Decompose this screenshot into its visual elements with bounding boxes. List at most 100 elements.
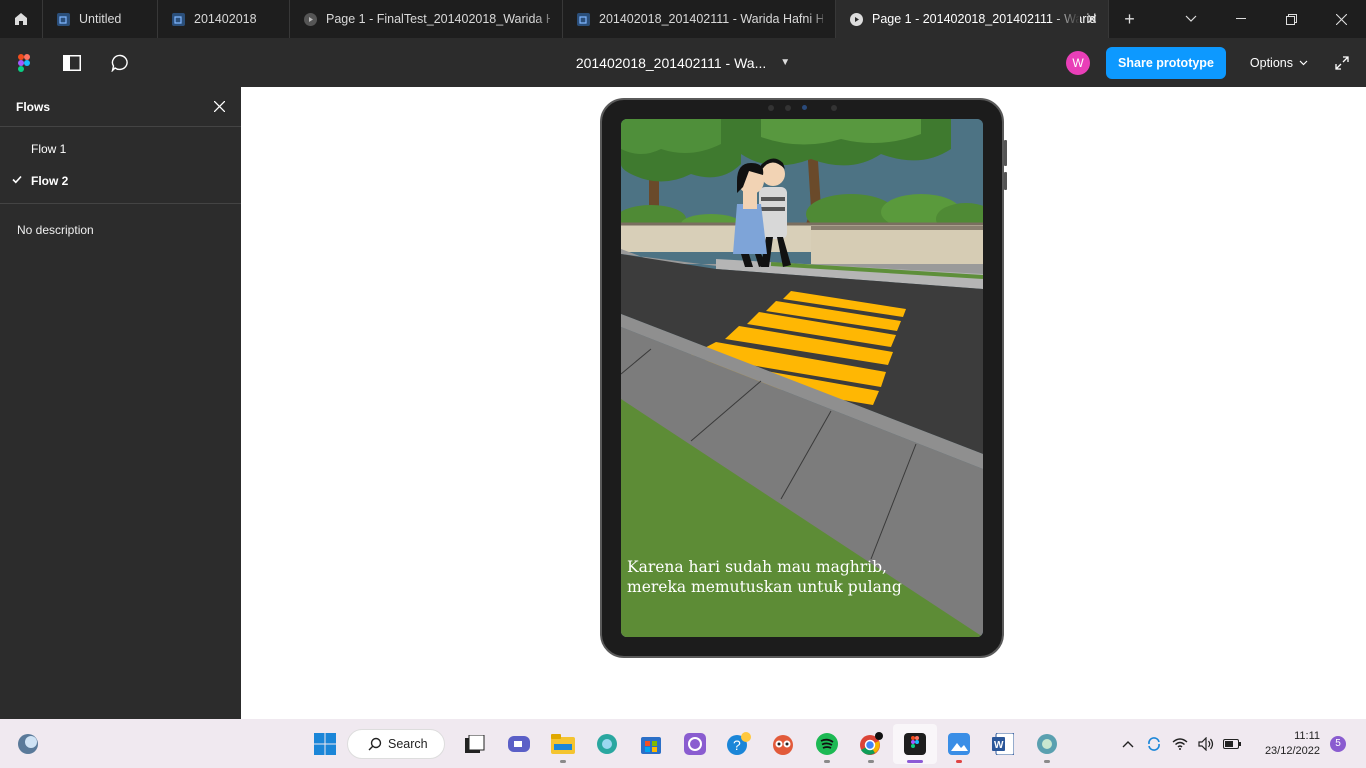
camera-dot [831, 105, 837, 111]
tab-untitled[interactable]: Untitled [42, 0, 157, 38]
file-icon [172, 12, 185, 26]
clock-time: 11:11 [1294, 729, 1320, 742]
chrome-app[interactable] [849, 724, 893, 764]
podcast-app[interactable] [673, 724, 717, 764]
new-tab-button[interactable]: + [1108, 0, 1150, 38]
show-hidden-icons-button[interactable] [1116, 740, 1140, 748]
running-indicator [868, 759, 874, 763]
edge-dev-app[interactable] [1025, 724, 1069, 764]
tablet-device-frame: Karena hari sudah mau maghrib, mereka me… [600, 98, 1007, 658]
search-icon [368, 737, 382, 750]
tab-201402018[interactable]: 201402018 [157, 0, 289, 38]
tab-label: Untitled [79, 12, 122, 26]
widgets-button[interactable] [16, 732, 40, 761]
spotify-icon [816, 732, 838, 755]
avatar[interactable]: W [1066, 50, 1091, 75]
figma-icon [904, 732, 926, 755]
help-icon: ? [727, 731, 751, 755]
comments-button[interactable] [96, 38, 144, 87]
restore-button[interactable] [1266, 0, 1316, 38]
checkmark-icon [12, 175, 22, 184]
get-help-app[interactable]: ? [717, 724, 761, 764]
svg-text:?: ? [733, 737, 741, 753]
clock-date: 23/12/2022 [1264, 744, 1320, 757]
edge-dev-icon [1037, 733, 1057, 754]
sync-button[interactable] [1142, 736, 1166, 752]
prototype-toolbar: 201402018_201402111 - Wa... ▼ W Share pr… [0, 38, 1366, 87]
share-prototype-button[interactable]: Share prototype [1106, 46, 1226, 79]
word-app[interactable]: W [981, 724, 1025, 764]
edge-app[interactable] [585, 724, 629, 764]
photos-app[interactable] [937, 724, 981, 764]
folder-icon [551, 733, 575, 754]
device-button [1004, 140, 1007, 166]
close-window-button[interactable] [1316, 0, 1366, 38]
close-tab-icon[interactable]: ✕ [1086, 11, 1098, 28]
volume-button[interactable] [1194, 736, 1218, 751]
clock[interactable]: 11:11 23/12/2022 [1265, 729, 1320, 759]
flows-panel: Flows Flow 1 Flow 2 No description [0, 87, 241, 719]
camera-dot [785, 105, 791, 111]
flow-item-1[interactable]: Flow 1 [0, 133, 241, 165]
flows-header: Flows [0, 87, 241, 127]
flow-label: Flow 2 [31, 174, 69, 188]
tabs-dropdown-button[interactable] [1166, 0, 1216, 38]
tab-prototype-active[interactable]: Page 1 - 201402018_201402111 - Warida ✕ [835, 0, 1108, 38]
tab-prototype-finaltest[interactable]: Page 1 - FinalTest_201402018_Warida Hafn… [289, 0, 562, 38]
running-indicator [1044, 759, 1050, 763]
plus-icon: + [1124, 8, 1135, 29]
edge-icon [597, 733, 617, 754]
notification-badge[interactable]: 5 [1330, 735, 1346, 752]
sidebar-icon [63, 54, 81, 71]
prototype-frame[interactable]: Karena hari sudah mau maghrib, mereka me… [621, 119, 983, 637]
search-label: Search [388, 736, 428, 751]
headphones-icon [684, 732, 706, 755]
fullscreen-button[interactable] [1318, 55, 1366, 70]
toggle-sidebar-button[interactable] [48, 38, 96, 87]
flow-list: Flow 1 Flow 2 [0, 127, 241, 204]
wifi-button[interactable] [1168, 737, 1192, 750]
start-button[interactable] [303, 724, 347, 764]
taskbar-search[interactable]: Search [347, 728, 445, 759]
speaker-icon [1198, 736, 1214, 751]
flow-description: No description [17, 223, 94, 237]
chevron-down-icon [1185, 15, 1197, 22]
owl-icon [773, 734, 793, 755]
active-indicator [907, 759, 923, 763]
figma-logo-icon [18, 53, 30, 72]
chrome-icon [860, 731, 883, 755]
close-icon [1335, 13, 1347, 25]
battery-icon [1222, 738, 1241, 749]
figma-menu-button[interactable] [0, 38, 48, 87]
play-icon [304, 12, 317, 26]
tab-fade [1052, 0, 1080, 38]
file-explorer-app[interactable] [541, 724, 585, 764]
chevron-down-icon[interactable]: ▼ [780, 57, 790, 68]
running-indicator [956, 759, 962, 763]
flow-item-2[interactable]: Flow 2 [0, 165, 241, 197]
camera-dot [768, 105, 774, 111]
microsoft-store-app[interactable] [629, 724, 673, 764]
comment-icon [110, 54, 128, 72]
figma-app[interactable] [893, 723, 937, 764]
device-button [1004, 172, 1007, 190]
running-indicator [824, 759, 830, 763]
game-app[interactable] [761, 724, 805, 764]
document-title-text[interactable]: 201402018_201402111 - Wa... [576, 55, 766, 71]
windows-logo-icon [314, 732, 336, 755]
battery-button[interactable] [1220, 738, 1244, 749]
task-view-button[interactable] [453, 724, 497, 764]
toolbar-right: W Share prototype Options [1066, 38, 1366, 87]
options-button[interactable]: Options [1240, 56, 1318, 70]
tab-bar: Untitled 201402018 Page 1 - FinalTest_20… [0, 0, 1366, 38]
sync-icon [1148, 736, 1160, 751]
minimize-button[interactable] [1216, 0, 1266, 38]
word-icon: W [992, 732, 1014, 755]
spotify-app[interactable] [805, 724, 849, 764]
tab-file-201402111[interactable]: 201402018_201402111 - Warida Hafni Ha [562, 0, 835, 38]
meet-app[interactable] [497, 724, 541, 764]
svg-text:W: W [994, 740, 1004, 751]
expand-icon [1335, 55, 1349, 70]
home-button[interactable] [0, 0, 42, 38]
close-icon[interactable] [214, 101, 225, 112]
